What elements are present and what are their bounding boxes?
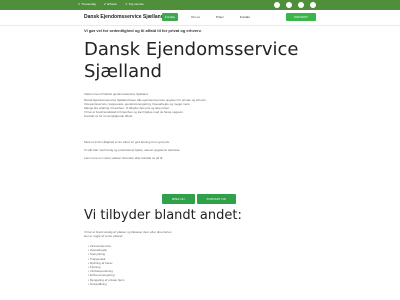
nav-item-priser[interactable]: Priser (213, 13, 227, 21)
paragraph: Her er nogle af vores ydelser: (84, 234, 124, 238)
paragraph: Med os til din rådighed er du sikret en … (84, 140, 170, 144)
check-icon: ✔ (78, 2, 81, 6)
badge-label: Trovaerdig (81, 2, 96, 6)
hero: Vi gør vel for ordentlighed og til affal… (84, 28, 324, 83)
nav-item-om-os[interactable]: Om os (188, 13, 203, 21)
intro-text: Velkommen til Dansk ejendomsservice Sjæl… (84, 92, 314, 118)
intro-text-2: Med os til din rådighed er du sikret en … (84, 140, 314, 160)
email-icon[interactable] (298, 2, 304, 8)
check-icon: ✔ (125, 2, 128, 6)
site-logo-text[interactable]: Dansk Ejendomsservice Sjælland (84, 14, 164, 20)
contact-us-button[interactable]: KONTAKT OS (196, 194, 236, 204)
badge-label: Erfaren (107, 2, 118, 6)
badge: ✔ Top service (125, 2, 144, 6)
paragraph: Vi står klar med hurtig og professionel … (84, 148, 181, 152)
paragraph: Kontakt os for et uforpligtende tilbud. (84, 114, 133, 118)
social-links (274, 2, 316, 8)
phone-icon[interactable] (310, 2, 316, 8)
services-title: Vi tilbyder blandt andet: (84, 208, 242, 223)
instagram-icon[interactable] (286, 2, 292, 8)
badge: ✔ Trovaerdig (78, 2, 96, 6)
badge-label: Top service (128, 2, 144, 6)
services-intro: Vi har et bredt udvalg af ydelser og til… (84, 230, 304, 238)
badge: ✔ Erfaren (104, 2, 117, 6)
call-now-button[interactable]: RING NU (162, 194, 195, 204)
nav-item-kontakt[interactable]: Kontakt (237, 13, 253, 21)
check-icon: ✔ (103, 2, 107, 6)
nav-item-forside[interactable]: Forside (162, 13, 179, 21)
list-item: Græsslåning (88, 282, 188, 286)
paragraph: Velkommen til Dansk ejendomsservice Sjæl… (84, 92, 149, 96)
top-bar: ✔ Trovaerdig ✔ Erfaren ✔ Top service (0, 0, 400, 10)
trust-badges: ✔ Trovaerdig ✔ Erfaren ✔ Top service (78, 2, 144, 6)
site-header: Dansk Ejendomsservice Sjælland Forside O… (0, 10, 400, 26)
facebook-icon[interactable] (274, 2, 280, 8)
action-buttons: RING NU KONTAKT OS (162, 194, 236, 204)
page-title: Dansk Ejendomsservice Sjælland (84, 39, 299, 82)
main-nav: Forside Om os Priser Kontakt (162, 13, 253, 21)
services-list: Viceværtservice Havearbejde Snerydning T… (88, 244, 188, 286)
contact-button[interactable]: KONTAKT (286, 13, 316, 21)
paragraph: Læs mere om vores ydelser herunder eller… (84, 156, 164, 160)
hero-lead: Vi gør vel for ordentlighed og til affal… (84, 28, 202, 33)
